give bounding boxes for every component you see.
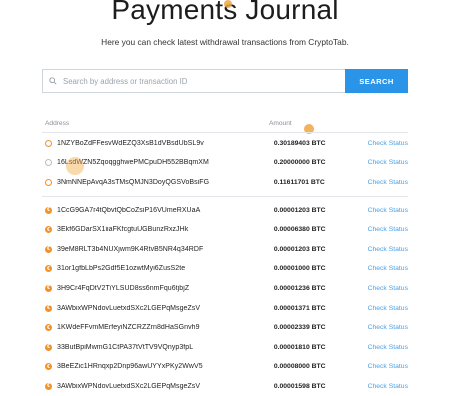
search-bar: SEARCH <box>42 69 408 93</box>
wallet-address: 3AWbixWPNdovLuetxdSXc2LGEPqMsgeZsV <box>57 382 201 390</box>
table-row: 3NmNNEpAvqA3sTMsQMJN3DoyQGSVoBsiFG 0.1161… <box>42 175 408 189</box>
check-status-link[interactable]: Check Status <box>368 383 408 390</box>
cryptotab-coin-icon: € <box>45 363 52 371</box>
pending-status-icon <box>45 159 52 167</box>
amount-value: 0.00001203 BTC <box>273 206 326 214</box>
amount-value: 0.00001810 BTC <box>273 343 326 351</box>
cryptotab-coin-icon: € <box>45 324 52 332</box>
search-icon <box>49 77 57 85</box>
amount-value: 0.00001371 BTC <box>273 304 326 312</box>
amount-value: 0.00001000 BTC <box>273 265 326 273</box>
wallet-address: 1NZYBoZdFFesvWdEZQ3XsB1dVBsdUbSL9v <box>57 139 204 147</box>
divider <box>42 132 408 133</box>
wallet-address: 39eM8RLT3b4NUXjwm9K4RtvB5NR4q34RDF <box>57 245 204 253</box>
table-row: €3AWbixWPNdovLuetxdSXc2LGEPqMsgeZsV 0.000… <box>42 379 408 393</box>
search-field[interactable] <box>42 69 345 93</box>
search-button[interactable]: SEARCH <box>345 69 408 93</box>
check-status-link[interactable]: Check Status <box>368 305 408 312</box>
amount-value: 0.00001203 BTC <box>273 245 326 253</box>
check-status-link[interactable]: Check Status <box>368 159 408 166</box>
amount-value: 0.00001598 BTC <box>273 382 326 390</box>
amount-value: 0.00002339 BTC <box>273 324 326 332</box>
amount-value: 0.00008000 BTC <box>273 363 326 371</box>
cryptotab-coin-icon: € <box>45 284 52 292</box>
cryptotab-coin-icon: € <box>45 304 52 312</box>
wallet-address: 1KWdeFFvmMErfeyiNZCRZZrn8dHaSGnvh9 <box>57 324 200 332</box>
check-status-link[interactable]: Check Status <box>368 344 408 351</box>
wallet-address: 3AWbixWPNdovLuetxdSXc2LGEPqMsgeZsV <box>57 304 201 312</box>
cryptotab-coin-icon: € <box>45 343 52 351</box>
column-header-address: Address <box>45 120 70 127</box>
wallet-address: 3NmNNEpAvqA3sTMsQMJN3DoyQGSVoBsiFG <box>57 178 210 186</box>
cryptotab-coin-icon: € <box>45 245 52 253</box>
check-status-link[interactable]: Check Status <box>368 246 408 253</box>
amount-value: 0.00006380 BTC <box>273 226 326 234</box>
table-row: €3Ekf6GDarSX1iiaFKfcgtuUGBunzRxzJHk 0.000… <box>42 223 408 237</box>
column-header-amount: Amount <box>269 120 292 127</box>
wallet-address: 3BeEZic1HRnqxp2Dnp96awUYYxPKy2WwV5 <box>57 363 203 371</box>
amount-value: 0.30189403 BTC <box>273 139 326 147</box>
table-row: €3H9Cr4FqDtV2TiYLSUD8ss6nmFqu6tjbjZ 0.000… <box>42 281 408 295</box>
table-row: 1NZYBoZdFFesvWdEZQ3XsB1dVBsdUbSL9v 0.3018… <box>42 136 408 150</box>
cryptotab-coin-icon: € <box>45 265 52 273</box>
cursor-highlight <box>66 157 84 175</box>
page-subtitle: Here you can check latest withdrawal tra… <box>101 37 349 47</box>
notification-dot <box>224 0 232 8</box>
group-divider <box>42 196 408 197</box>
table-row: 16LsdWZN5ZqoqgghwePMCpuDH552BBqmXM 0.2000… <box>42 156 408 170</box>
wallet-address: 3H9Cr4FqDtV2TiYLSUD8ss6nmFqu6tjbjZ <box>57 284 190 292</box>
wallet-address: 31or1gfbLbPs2Gdf5E1ozwtMyi6ZusS2te <box>57 265 186 273</box>
cryptotab-coin-icon: € <box>45 206 52 214</box>
amount-value: 0.11611701 BTC <box>273 178 325 186</box>
table-row: €3BeEZic1HRnqxp2Dnp96awUYYxPKy2WwV5 0.000… <box>42 360 408 374</box>
check-status-link[interactable]: Check Status <box>368 363 408 370</box>
check-status-link[interactable]: Check Status <box>368 140 408 147</box>
bitcoin-coin-icon <box>45 139 52 147</box>
cryptotab-coin-icon: € <box>45 382 52 390</box>
wallet-address: 3Ekf6GDarSX1iiaFKfcgtuUGBunzRxzJHk <box>57 226 189 234</box>
check-status-link[interactable]: Check Status <box>368 226 408 233</box>
cryptotab-coin-icon: € <box>45 226 52 234</box>
check-status-link[interactable]: Check Status <box>368 285 408 292</box>
table-row: €33ButBpiMwmG1CtPA37tVtTV9VQnyp3fpL 0.000… <box>42 340 408 354</box>
check-status-link[interactable]: Check Status <box>368 324 408 331</box>
check-status-link[interactable]: Check Status <box>368 207 408 214</box>
search-input[interactable] <box>63 76 323 86</box>
wallet-address: 16LsdWZN5ZqoqgghwePMCpuDH552BBqmXM <box>57 159 209 167</box>
wallet-address: 33ButBpiMwmG1CtPA37tVtTV9VQnyp3fpL <box>57 343 194 351</box>
wallet-address: 1CcG9GA7r4tQbvtQbCoZsiP16VUmeRXUaA <box>57 206 201 214</box>
amount-value: 0.20000000 BTC <box>273 159 326 167</box>
table-row: €31or1gfbLbPs2Gdf5E1ozwtMyi6ZusS2te 0.000… <box>42 262 408 276</box>
check-status-link[interactable]: Check Status <box>368 179 408 186</box>
amount-value: 0.00001236 BTC <box>273 284 326 292</box>
bitcoin-coin-icon <box>45 178 52 186</box>
table-row: €1KWdeFFvmMErfeyiNZCRZZrn8dHaSGnvh9 0.000… <box>42 321 408 335</box>
table-row: €39eM8RLT3b4NUXjwm9K4RtvB5NR4q34RDF 0.000… <box>42 242 408 256</box>
check-status-link[interactable]: Check Status <box>368 265 408 272</box>
table-row: €3AWbixWPNdovLuetxdSXc2LGEPqMsgeZsV 0.000… <box>42 301 408 315</box>
table-row: €1CcG9GA7r4tQbvtQbCoZsiP16VUmeRXUaA 0.000… <box>42 203 408 217</box>
